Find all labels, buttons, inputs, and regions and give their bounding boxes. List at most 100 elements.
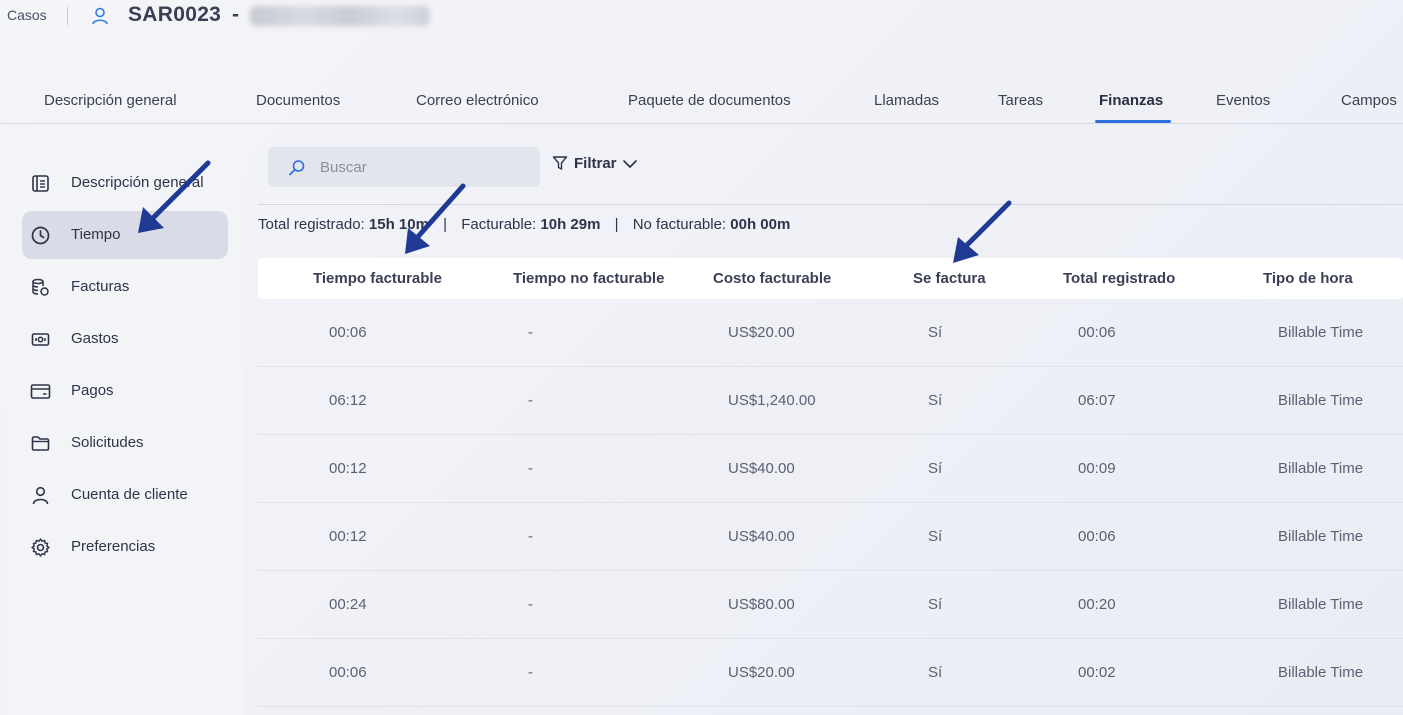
cell-total-registrado: 00:20	[1078, 596, 1116, 613]
cell-total-registrado: 00:02	[1078, 664, 1116, 681]
table-row[interactable]: 00:06 - US$20.00 Sí 00:02 Billable Time	[258, 639, 1403, 707]
cell-total-registrado: 06:07	[1078, 392, 1116, 409]
invoice-icon	[32, 278, 49, 296]
cell-se-factura: Sí	[928, 596, 943, 613]
sidebar-item-gastos[interactable]: Gastos	[22, 315, 228, 363]
cell-se-factura: Sí	[928, 664, 943, 681]
column-header-se-factura[interactable]: Se factura	[913, 270, 986, 287]
tab-eventos[interactable]: Eventos	[1216, 92, 1270, 109]
tab-campos[interactable]: Campos	[1341, 92, 1397, 109]
cell-tipo-de-hora: Billable Time	[1278, 392, 1364, 409]
summary-separator: |	[443, 216, 448, 233]
column-header-tipo-de-hora[interactable]: Tipo de hora	[1263, 270, 1353, 287]
search-input[interactable]	[320, 155, 520, 179]
cell-tiempo-facturable: 00:12	[329, 528, 367, 545]
tab-finanzas[interactable]: Finanzas	[1099, 92, 1163, 109]
sidebar-item-label: Tiempo	[71, 226, 121, 243]
summary-billable-value: 10h 29m	[540, 216, 601, 233]
cell-costo-facturable: US$20.00	[728, 664, 795, 681]
sidebar-item-preferencias[interactable]: Preferencias	[22, 523, 228, 571]
sidebar-item-label: Gastos	[71, 330, 119, 347]
cell-tiempo-no-facturable: -	[528, 596, 533, 613]
column-header-tiempo-no-facturable[interactable]: Tiempo no facturable	[513, 270, 664, 287]
case-id: SAR0023	[128, 3, 222, 26]
cell-tiempo-no-facturable: -	[528, 664, 533, 681]
table-row[interactable]: 00:06 - US$20.00 Sí 00:06 Billable Time	[258, 299, 1403, 367]
summary-total-value: 15h 10m	[368, 216, 429, 233]
filter-label: Filtrar	[574, 155, 617, 172]
overview-icon	[32, 175, 49, 192]
cell-tipo-de-hora: Billable Time	[1278, 528, 1364, 545]
folder-icon	[31, 436, 50, 451]
sidebar-item-label: Descripción general	[71, 174, 204, 191]
column-header-tiempo-facturable[interactable]: Tiempo facturable	[313, 270, 442, 287]
gear-icon	[31, 538, 50, 557]
tab-tareas[interactable]: Tareas	[998, 92, 1043, 109]
sidebar-item-pagos[interactable]: Pagos	[22, 367, 228, 415]
cell-tipo-de-hora: Billable Time	[1278, 460, 1364, 477]
cell-se-factura: Sí	[928, 324, 943, 341]
search-icon	[289, 160, 305, 176]
tab-documentos[interactable]: Documentos	[256, 92, 340, 109]
active-tab-indicator	[1095, 120, 1171, 123]
cell-se-factura: Sí	[928, 392, 943, 409]
cell-costo-facturable: US$40.00	[728, 460, 795, 477]
column-header-total-registrado[interactable]: Total registrado	[1063, 270, 1175, 287]
summary-nonbillable-label: No facturable:	[632, 216, 727, 233]
user-icon	[92, 7, 108, 25]
breadcrumb-casos[interactable]: Casos	[7, 7, 47, 23]
tab-descripcion-general[interactable]: Descripción general	[44, 92, 177, 109]
summary-separator: |	[614, 216, 619, 233]
cell-tiempo-no-facturable: -	[528, 324, 533, 341]
cell-tiempo-facturable: 00:06	[329, 324, 367, 341]
case-dash: -	[232, 3, 239, 26]
sidebar-item-label: Cuenta de cliente	[71, 486, 188, 503]
cell-tiempo-no-facturable: -	[528, 528, 533, 545]
cell-se-factura: Sí	[928, 528, 943, 545]
tab-bar: Descripción general Documentos Correo el…	[0, 86, 1403, 124]
time-summary: Total registrado: 15h 10m | Facturable: …	[258, 216, 790, 233]
cell-tipo-de-hora: Billable Time	[1278, 596, 1364, 613]
cell-costo-facturable: US$20.00	[728, 324, 795, 341]
cell-costo-facturable: US$80.00	[728, 596, 795, 613]
cell-tiempo-no-facturable: -	[528, 392, 533, 409]
sidebar-item-descripcion-general[interactable]: Descripción general	[22, 159, 228, 207]
sidebar-item-label: Facturas	[71, 278, 130, 295]
table-row[interactable]: 00:12 - US$40.00 Sí 00:09 Billable Time	[258, 435, 1403, 503]
cell-total-registrado: 00:09	[1078, 460, 1116, 477]
filter-icon	[552, 156, 568, 170]
table-header: Tiempo facturable Tiempo no facturable C…	[258, 258, 1403, 299]
cell-se-factura: Sí	[928, 460, 943, 477]
cell-tiempo-no-facturable: -	[528, 460, 533, 477]
breadcrumb-divider	[67, 7, 68, 25]
clock-icon	[31, 226, 50, 245]
case-name-redacted	[250, 6, 430, 26]
sidebar-item-cuenta-de-cliente[interactable]: Cuenta de cliente	[22, 471, 228, 519]
content-divider	[258, 204, 1403, 205]
cell-tiempo-facturable: 00:06	[329, 664, 367, 681]
tab-paquete-de-documentos[interactable]: Paquete de documentos	[628, 92, 791, 109]
cell-total-registrado: 00:06	[1078, 528, 1116, 545]
cell-tipo-de-hora: Billable Time	[1278, 664, 1364, 681]
table-row[interactable]: 00:12 - US$40.00 Sí 00:06 Billable Time	[258, 503, 1403, 571]
cell-tiempo-facturable: 00:24	[329, 596, 367, 613]
summary-billable-label: Facturable:	[461, 216, 537, 233]
chevron-down-icon	[623, 160, 637, 168]
sidebar-item-facturas[interactable]: Facturas	[22, 263, 228, 311]
table-row[interactable]: 06:12 - US$1,240.00 Sí 06:07 Billable Ti…	[258, 367, 1403, 435]
sidebar-item-label: Solicitudes	[71, 434, 144, 451]
sidebar-item-tiempo[interactable]: Tiempo	[22, 211, 228, 259]
sidebar-item-solicitudes[interactable]: Solicitudes	[22, 419, 228, 467]
user-icon	[32, 486, 49, 505]
sidebar: Descripción general Tiempo Facturas Gast…	[6, 147, 244, 715]
expense-icon	[31, 333, 50, 346]
summary-total-label: Total registrado:	[258, 216, 365, 233]
tab-correo-electronico[interactable]: Correo electrónico	[416, 92, 539, 109]
sidebar-item-label: Pagos	[71, 382, 114, 399]
column-header-costo-facturable[interactable]: Costo facturable	[713, 270, 831, 287]
tab-llamadas[interactable]: Llamadas	[874, 92, 939, 109]
cell-costo-facturable: US$40.00	[728, 528, 795, 545]
summary-nonbillable-value: 00h 00m	[730, 216, 791, 233]
table-row[interactable]: 00:24 - US$80.00 Sí 00:20 Billable Time	[258, 571, 1403, 639]
sidebar-item-label: Preferencias	[71, 538, 156, 555]
